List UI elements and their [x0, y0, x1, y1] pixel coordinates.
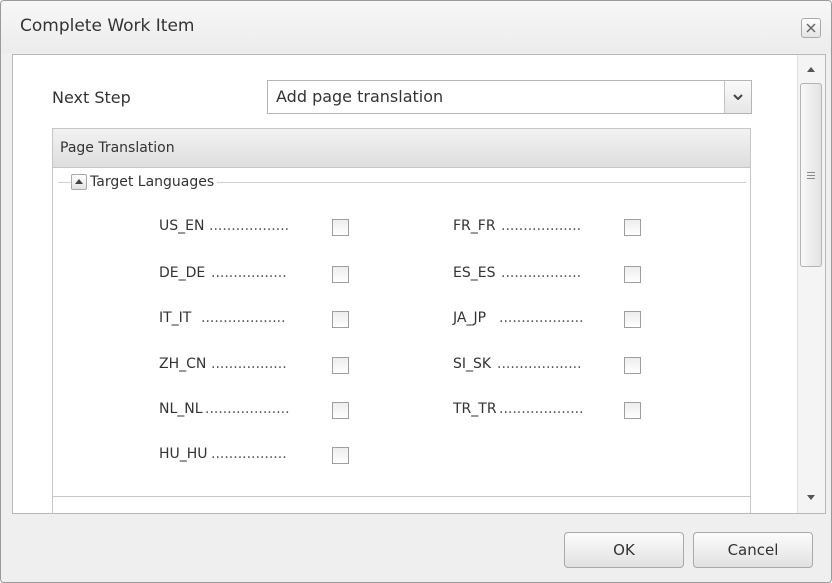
language-label: FR_FR — [453, 218, 496, 234]
language-label: JA_JP — [453, 310, 487, 326]
language-checkbox-de-de[interactable] — [332, 266, 349, 283]
language-checkbox-es-es[interactable] — [624, 266, 641, 283]
language-row-es-es: ES_ES .................. — [453, 265, 653, 285]
language-checkbox-nl-nl[interactable] — [332, 402, 349, 419]
dialog-title: Complete Work Item — [20, 16, 195, 36]
close-button[interactable] — [801, 18, 821, 38]
fieldset-legend: Target Languages — [71, 174, 217, 192]
dialog-content: Next Step Add page translation Page Tran… — [13, 55, 797, 513]
complete-work-item-dialog: Complete Work Item Next Step Add page tr… — [0, 0, 832, 583]
language-checkbox-hu-hu[interactable] — [332, 447, 349, 464]
language-row-de-de: DE_DE ................. — [159, 265, 359, 285]
next-step-label: Next Step — [52, 88, 131, 107]
vertical-scrollbar[interactable] — [797, 55, 825, 513]
grip-icon — [807, 172, 815, 179]
language-label: ZH_CN — [159, 356, 207, 372]
language-checkbox-ja-jp[interactable] — [624, 311, 641, 328]
arrow-down-icon[interactable] — [807, 495, 815, 500]
scrollbar-thumb[interactable] — [800, 83, 822, 267]
language-checkbox-zh-cn[interactable] — [332, 357, 349, 374]
collapse-button[interactable] — [71, 174, 87, 190]
fieldset-title: Target Languages — [90, 174, 215, 190]
language-checkbox-si-sk[interactable] — [624, 357, 641, 374]
language-row-hu-hu: HU_HU ................. — [159, 446, 359, 466]
language-checkbox-tr-tr[interactable] — [624, 402, 641, 419]
language-checkbox-fr-fr[interactable] — [624, 219, 641, 236]
language-label: DE_DE — [159, 265, 206, 281]
ok-button[interactable]: OK — [564, 532, 684, 568]
language-row-si-sk: SI_SK ................... — [453, 356, 653, 376]
language-label: SI_SK — [453, 356, 492, 372]
arrow-up-icon[interactable] — [807, 67, 815, 72]
language-label: ES_ES — [453, 265, 496, 281]
language-checkbox-it-it[interactable] — [332, 311, 349, 328]
dialog-body: Next Step Add page translation Page Tran… — [12, 54, 826, 514]
language-row-ja-jp: JA_JP ................... — [453, 310, 653, 330]
chevron-down-icon — [733, 94, 743, 100]
language-row-us-en: US_EN .................. — [159, 218, 359, 238]
language-row-fr-fr: FR_FR .................. — [453, 218, 653, 238]
panel-divider — [53, 496, 750, 497]
language-row-zh-cn: ZH_CN ................. — [159, 356, 359, 376]
close-icon — [806, 23, 816, 33]
language-label: US_EN — [159, 218, 205, 234]
page-translation-panel: Page Translation Target Languages US_EN … — [52, 128, 751, 513]
cancel-button[interactable]: Cancel — [693, 532, 813, 568]
language-label: TR_TR — [453, 401, 497, 417]
language-label: NL_NL — [159, 401, 203, 417]
target-languages-fieldset: Target Languages US_EN .................… — [58, 174, 746, 499]
language-row-it-it: IT_IT ................... — [159, 310, 359, 330]
next-step-value: Add page translation — [276, 87, 444, 106]
panel-header: Page Translation — [53, 129, 750, 168]
dialog-titlebar: Complete Work Item — [1, 1, 831, 53]
next-step-dropdown-trigger[interactable] — [724, 81, 751, 113]
language-label: HU_HU — [159, 446, 208, 462]
language-label: IT_IT — [159, 310, 192, 326]
language-checkbox-us-en[interactable] — [332, 219, 349, 236]
language-row-nl-nl: NL_NL ................... — [159, 401, 359, 421]
collapse-up-icon — [75, 179, 83, 184]
panel-title: Page Translation — [60, 140, 175, 156]
next-step-select[interactable]: Add page translation — [267, 80, 752, 114]
language-row-tr-tr: TR_TR ................... — [453, 401, 653, 421]
